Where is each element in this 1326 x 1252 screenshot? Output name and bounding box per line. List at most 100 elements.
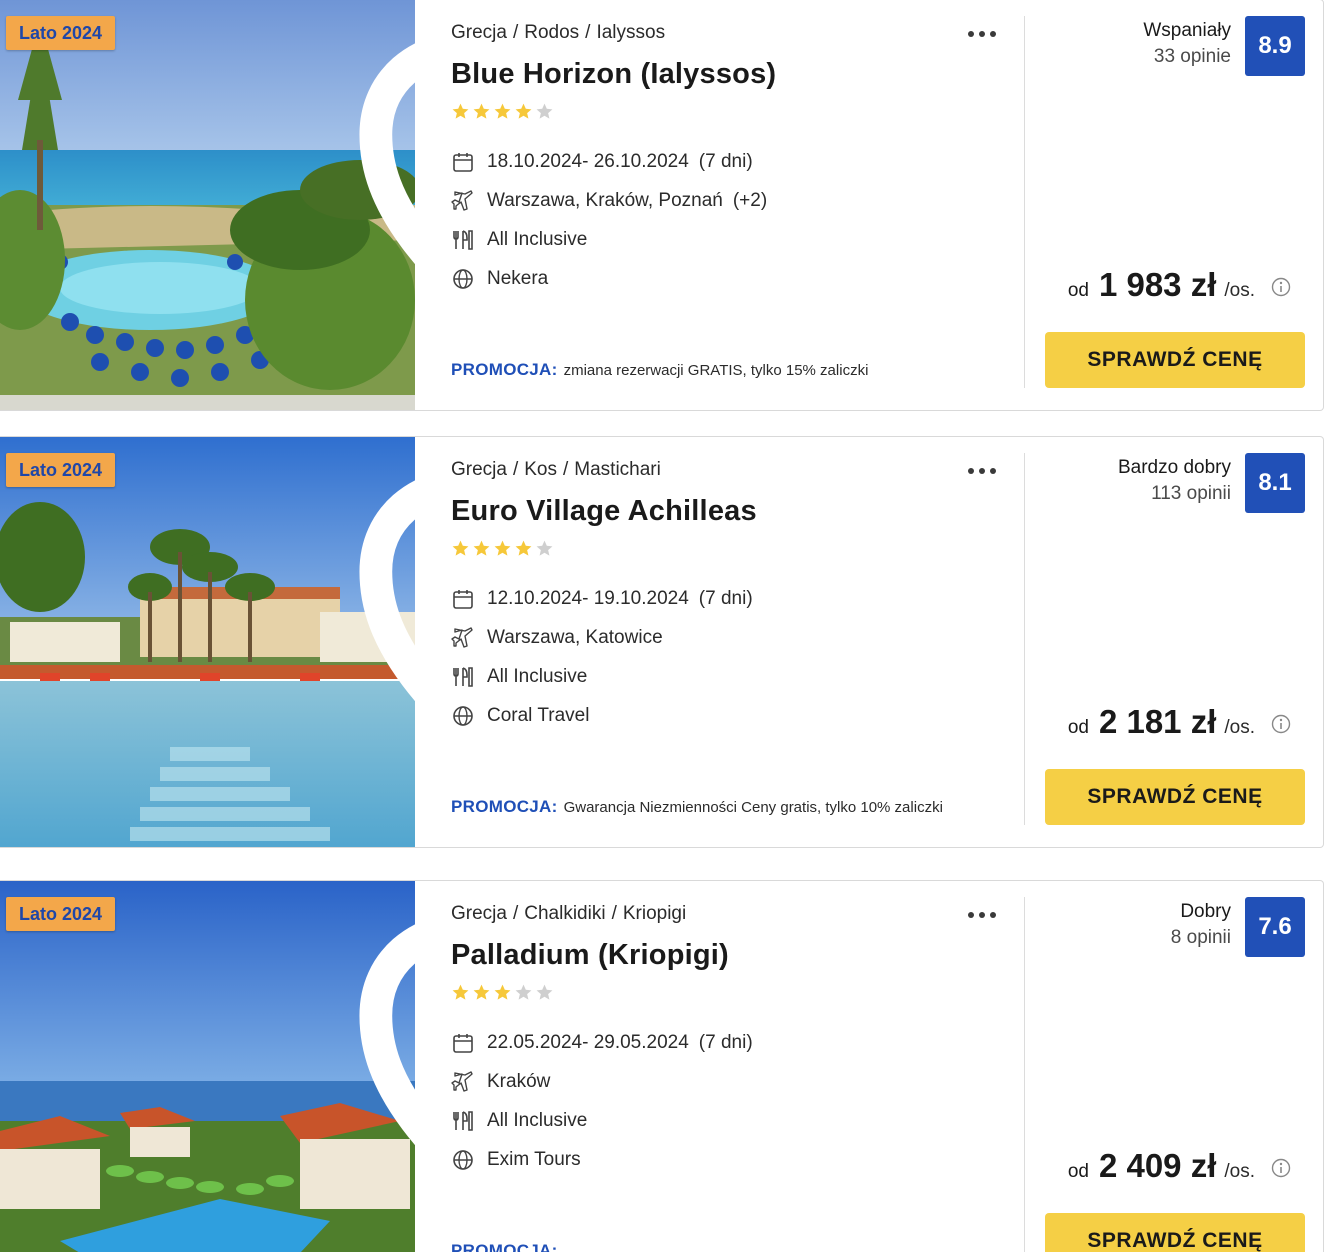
price-prefix: od <box>1067 1161 1089 1182</box>
breadcrumb-city[interactable]: Kriopigi <box>623 903 686 924</box>
breadcrumb-region[interactable]: Chalkidiki <box>524 903 605 924</box>
ellipsis-icon[interactable] <box>965 901 999 927</box>
hotel-name[interactable]: Palladium (Kriopigi) <box>451 939 729 972</box>
divider <box>1024 16 1025 388</box>
rating-score: 8.1 <box>1245 453 1305 513</box>
tour-operator: Nekera <box>487 267 549 289</box>
hotel-photo[interactable]: Lato 2024 <box>0 0 415 410</box>
trip-dates: 22.05.2024- 29.05.2024 <box>487 1031 689 1053</box>
breadcrumb-region[interactable]: Kos <box>524 459 557 480</box>
calendar-icon <box>451 150 475 174</box>
promo-label: PROMOCJA: <box>451 797 558 816</box>
hotel-photo[interactable]: Lato 2024 <box>0 881 415 1252</box>
breadcrumb: Grecja / Rodos / Ialyssos <box>451 22 666 43</box>
plane-icon <box>451 189 475 213</box>
hotel-name[interactable]: Blue Horizon (Ialyssos) <box>451 58 776 91</box>
departure-row: Kraków <box>451 1062 753 1101</box>
calendar-icon <box>451 587 475 611</box>
hotel-photo[interactable]: Lato 2024 <box>0 437 415 847</box>
heart-icon[interactable] <box>354 449 415 702</box>
price-value: 1 983 zł <box>1098 266 1217 303</box>
promo-label: PROMOCJA: <box>451 1241 558 1252</box>
divider <box>1024 897 1025 1252</box>
hotel-name[interactable]: Euro Village Achilleas <box>451 495 757 528</box>
price: od 2 181 zł /os. <box>1068 703 1291 741</box>
star-icon <box>515 984 532 1000</box>
star-icon <box>494 540 511 556</box>
plane-icon <box>451 1070 475 1094</box>
board-row: All Inclusive <box>451 1101 753 1140</box>
offer-card[interactable]: Lato 2024 Grecja / Kos / Mastichari Euro Vil… <box>0 436 1324 848</box>
breadcrumb-city[interactable]: Ialyssos <box>596 22 665 43</box>
rating-label: Dobry <box>1180 901 1231 922</box>
info-icon[interactable] <box>1271 277 1291 297</box>
star-icon <box>473 540 490 556</box>
star-rating <box>451 539 556 559</box>
departure-cities: Warszawa, Katowice <box>487 626 663 648</box>
season-badge: Lato 2024 <box>6 453 116 487</box>
cutlery-icon <box>451 665 475 689</box>
check-price-button[interactable]: SPRAWDŹ CENĘ <box>1045 769 1305 825</box>
departure-more[interactable]: (+2) <box>733 190 767 212</box>
price: od 1 983 zł /os. <box>1068 266 1291 304</box>
reviews-count[interactable]: 33 opinie <box>1143 44 1231 70</box>
board-type: All Inclusive <box>487 1109 588 1131</box>
rating-score: 8.9 <box>1245 16 1305 76</box>
board-row: All Inclusive <box>451 657 753 696</box>
trip-dates: 12.10.2024- 19.10.2024 <box>487 587 689 609</box>
breadcrumb-country[interactable]: Grecja <box>451 903 507 924</box>
operator-row: Coral Travel <box>451 696 753 735</box>
info-icon[interactable] <box>1271 714 1291 734</box>
offer-card[interactable]: Lato 2024 Grecja / Rodos / Ialyssos Blue Hor… <box>0 0 1324 411</box>
price-unit: /os. <box>1224 280 1255 301</box>
star-icon <box>494 984 511 1000</box>
calendar-icon <box>451 1031 475 1055</box>
rating-label: Bardzo dobry <box>1117 457 1231 478</box>
price-prefix: od <box>1067 280 1089 301</box>
board-type: All Inclusive <box>487 665 588 687</box>
breadcrumb-region[interactable]: Rodos <box>524 22 579 43</box>
star-icon <box>515 540 532 556</box>
rating-summary: Dobry 8 opinii <box>1171 899 1231 951</box>
globe-icon <box>451 704 475 728</box>
heart-icon[interactable] <box>354 893 415 1146</box>
promo: PROMOCJA: <box>451 1241 564 1252</box>
reviews-count[interactable]: 8 opinii <box>1171 925 1231 951</box>
dates-row: 12.10.2024- 19.10.2024 (7 dni) <box>451 579 753 618</box>
breadcrumb: Grecja / Kos / Mastichari <box>451 459 661 480</box>
globe-icon <box>451 1148 475 1172</box>
offer-details: Grecja / Chalkidiki / Kriopigi Palladium (Kr… <box>451 881 1011 1252</box>
breadcrumb-country[interactable]: Grecja <box>451 459 507 480</box>
ellipsis-icon[interactable] <box>965 20 999 46</box>
departure-row: Warszawa, Katowice <box>451 618 753 657</box>
dates-row: 18.10.2024- 26.10.2024 (7 dni) <box>451 142 767 181</box>
star-icon <box>473 984 490 1000</box>
promo-label: PROMOCJA: <box>451 360 558 379</box>
check-price-button[interactable]: SPRAWDŹ CENĘ <box>1045 332 1305 388</box>
tour-operator: Coral Travel <box>487 704 590 726</box>
reviews-count[interactable]: 113 opinii <box>1118 481 1231 507</box>
breadcrumb-city[interactable]: Mastichari <box>574 459 661 480</box>
ellipsis-icon[interactable] <box>965 457 999 483</box>
breadcrumb: Grecja / Chalkidiki / Kriopigi <box>451 903 687 924</box>
season-badge: Lato 2024 <box>6 897 116 931</box>
check-price-button[interactable]: SPRAWDŹ CENĘ <box>1045 1213 1305 1252</box>
cutlery-icon <box>451 228 475 252</box>
rating-summary: Wspaniały 33 opinie <box>1143 18 1231 70</box>
cutlery-icon <box>451 1109 475 1133</box>
departure-cities: Warszawa, Kraków, Poznań <box>487 189 723 211</box>
heart-icon[interactable] <box>354 12 415 265</box>
star-icon <box>452 540 469 556</box>
board-type: All Inclusive <box>487 228 588 250</box>
trip-dates: 18.10.2024- 26.10.2024 <box>487 150 689 172</box>
promo-text: zmiana rezerwacji GRATIS, tylko 15% zali… <box>563 362 869 379</box>
info-icon[interactable] <box>1271 1158 1291 1178</box>
offer-card[interactable]: Lato 2024 Grecja / Chalkidiki / Kriopigi Pal… <box>0 880 1324 1252</box>
star-icon <box>452 984 469 1000</box>
breadcrumb-country[interactable]: Grecja <box>451 22 507 43</box>
star-rating <box>451 983 556 1003</box>
price-unit: /os. <box>1224 717 1255 738</box>
offer-details: Grecja / Rodos / Ialyssos Blue Horizon (Ialy… <box>451 0 1011 410</box>
globe-icon <box>451 267 475 291</box>
promo: PROMOCJA: zmiana rezerwacji GRATIS, tylko… <box>451 360 868 380</box>
